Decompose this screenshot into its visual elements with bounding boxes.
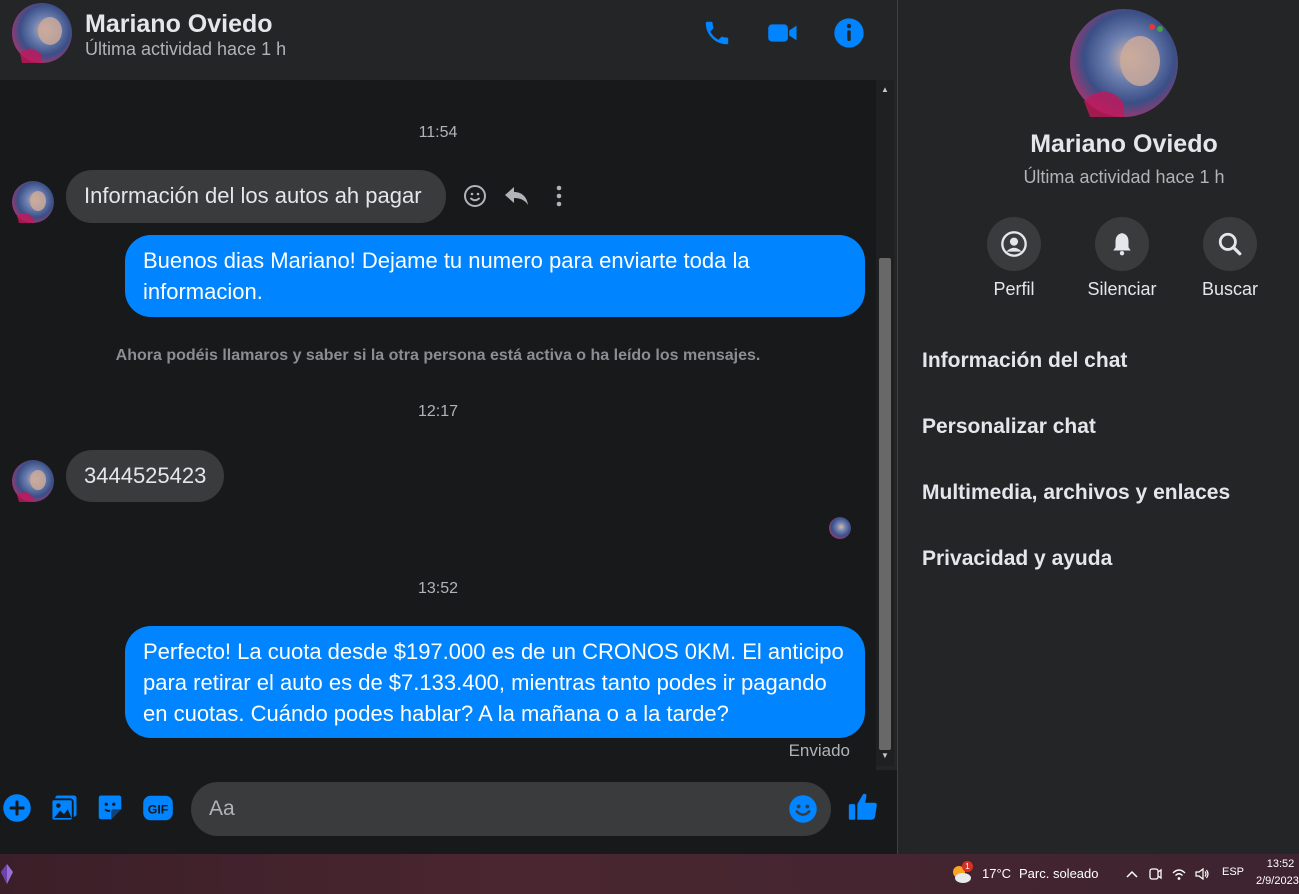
video-camera-icon <box>768 24 797 42</box>
seen-receipt-avatar <box>829 517 851 539</box>
call-button[interactable] <box>700 16 734 50</box>
search-action[interactable]: Buscar <box>1175 217 1285 300</box>
speaker-icon <box>1195 867 1209 881</box>
clock-time[interactable]: 13:52 <box>1262 858 1299 870</box>
reply-icon <box>505 187 528 205</box>
mute-button[interactable] <box>1095 217 1149 271</box>
camera-tray-button[interactable] <box>1146 864 1164 884</box>
sticker-button[interactable] <box>93 791 127 825</box>
profile-action[interactable]: Perfil <box>959 217 1069 300</box>
more-actions-button[interactable] <box>0 791 34 825</box>
thread-scrollbar[interactable]: ▲ ▼ <box>876 80 894 766</box>
weather-condition[interactable]: Parc. soleado <box>1019 866 1099 881</box>
timestamp: 12:17 <box>417 403 459 420</box>
scroll-up-arrow[interactable]: ▲ <box>876 82 894 96</box>
input-language[interactable]: ESP <box>1222 866 1244 878</box>
bell-icon <box>1113 233 1131 256</box>
react-button[interactable] <box>461 182 489 210</box>
more-vertical-icon <box>556 185 562 207</box>
windows-taskbar: 1 17°C Parc. soleado ESP 13:52 2/9/2023 <box>0 854 1299 894</box>
conversation-info-panel: Mariano Oviedo Última actividad hace 1 h… <box>898 0 1299 854</box>
section-customize-chat[interactable]: Personalizar chat <box>922 415 1096 439</box>
profile-name: Mariano Oviedo <box>1030 130 1218 158</box>
message-outgoing[interactable]: Buenos dias Mariano! Dejame tu numero pa… <box>125 235 865 317</box>
contact-status: Última actividad hace 1 h <box>85 39 287 59</box>
message-thread[interactable]: 11:54 Información del los autos ah pagar… <box>0 80 876 770</box>
mute-label: Silenciar <box>1087 279 1157 299</box>
hidden-icons-button[interactable] <box>1123 864 1141 884</box>
scroll-down-arrow[interactable]: ▼ <box>876 748 894 762</box>
clock-date[interactable]: 2/9/2023 <box>1256 875 1299 887</box>
video-call-button[interactable] <box>766 16 800 50</box>
camera-icon <box>1149 868 1162 880</box>
contact-avatar[interactable] <box>12 3 72 63</box>
search-icon <box>1218 232 1242 256</box>
chat-column: Mariano Oviedo Última actividad hace 1 h… <box>0 0 897 854</box>
delivery-status: Enviado <box>788 741 850 760</box>
message-input-container[interactable] <box>191 782 831 836</box>
sticker-icon <box>98 795 122 820</box>
gif-button[interactable]: GIF <box>141 791 175 825</box>
network-button[interactable] <box>1170 864 1188 884</box>
chevron-up-icon <box>1126 870 1138 878</box>
search-label: Buscar <box>1201 279 1259 299</box>
emoji-icon <box>789 795 817 823</box>
mute-action[interactable]: Silenciar <box>1067 217 1177 300</box>
section-chat-info[interactable]: Información del chat <box>922 349 1127 373</box>
section-privacy-support[interactable]: Privacidad y ayuda <box>922 547 1112 571</box>
emoji-button[interactable] <box>787 793 819 825</box>
smiley-icon <box>464 185 486 207</box>
like-button[interactable] <box>846 790 880 824</box>
info-button[interactable] <box>832 16 866 50</box>
wifi-icon <box>1172 869 1186 880</box>
message-outgoing[interactable]: Perfecto! La cuota desde $197.000 es de … <box>125 626 865 738</box>
profile-status: Última actividad hace 1 h <box>1023 167 1225 187</box>
crystal-app-icon <box>1 864 13 884</box>
gif-icon: GIF <box>143 795 173 821</box>
message-input[interactable] <box>209 782 769 836</box>
gallery-icon <box>50 795 77 822</box>
app-icon[interactable] <box>0 863 14 885</box>
section-media-files-links[interactable]: Multimedia, archivos y enlaces <box>922 481 1230 505</box>
sender-avatar <box>12 181 54 223</box>
message-incoming[interactable]: Información del los autos ah pagar <box>66 170 446 223</box>
weather-badge: 1 <box>962 861 973 872</box>
profile-icon <box>1001 231 1027 257</box>
info-icon <box>834 18 864 48</box>
sender-avatar <box>12 460 54 502</box>
like-icon <box>848 793 877 820</box>
profile-label: Perfil <box>993 279 1035 299</box>
system-notice: Ahora podéis llamaros y saber si la otra… <box>115 347 761 364</box>
reply-button[interactable] <box>503 182 531 210</box>
phone-icon <box>705 21 729 45</box>
timestamp: 13:52 <box>417 580 459 597</box>
attach-media-button[interactable] <box>47 791 81 825</box>
contact-name[interactable]: Mariano Oviedo <box>85 10 273 39</box>
volume-button[interactable] <box>1193 864 1211 884</box>
profile-button[interactable] <box>987 217 1041 271</box>
message-incoming[interactable]: 3444525423 <box>66 450 225 502</box>
plus-icon <box>3 794 31 822</box>
chat-header: Mariano Oviedo Última actividad hace 1 h <box>0 0 897 80</box>
profile-avatar[interactable] <box>1070 9 1178 117</box>
message-composer: GIF <box>0 770 897 854</box>
weather-temperature[interactable]: 17°C <box>982 866 1011 881</box>
search-button[interactable] <box>1203 217 1257 271</box>
svg-text:GIF: GIF <box>148 803 169 817</box>
scroll-thumb[interactable] <box>879 258 891 750</box>
more-options-button[interactable] <box>545 182 573 210</box>
timestamp: 11:54 <box>418 124 458 141</box>
